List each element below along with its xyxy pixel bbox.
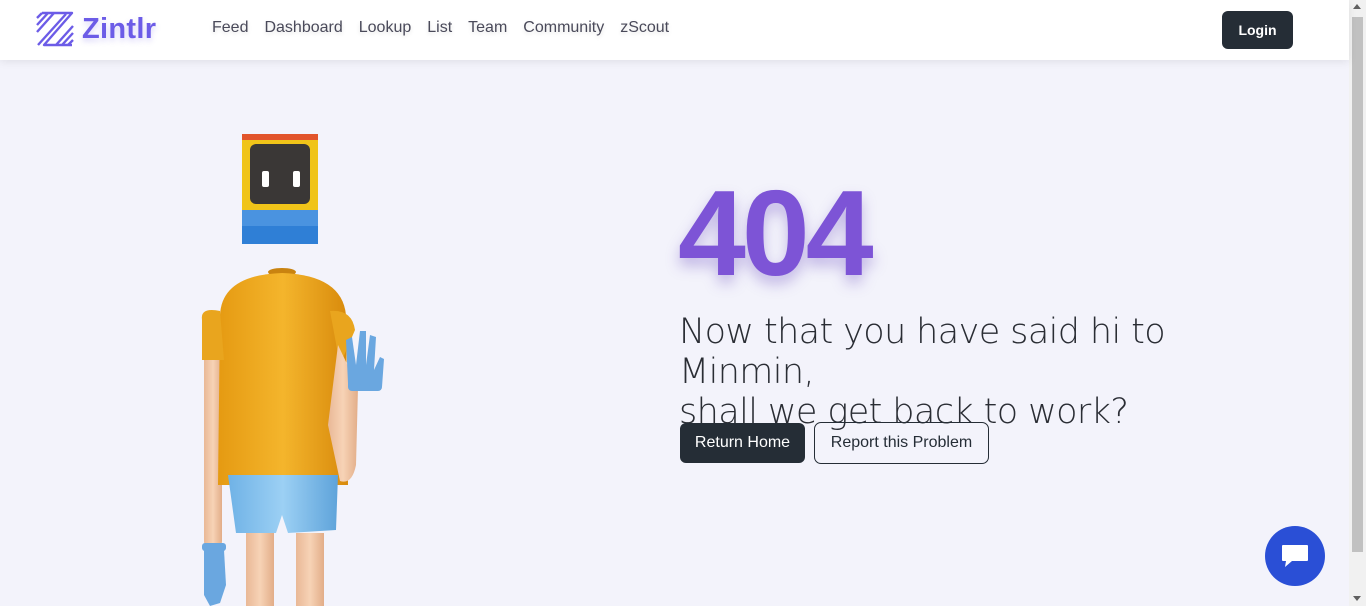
nav-item-feed[interactable]: Feed [204,19,256,37]
login-button[interactable]: Login [1222,11,1293,49]
brand-logo-link[interactable]: Zintlr [34,9,156,49]
top-navbar: Zintlr Feed Dashboard Lookup List Team C… [0,0,1349,60]
error-message: Now that you have said hi to Minmin, sha… [679,312,1299,432]
chat-widget-button[interactable] [1265,526,1325,586]
vertical-scrollbar[interactable] [1349,0,1366,606]
nav-item-team[interactable]: Team [460,19,515,37]
minmin-robot-illustration [201,134,384,606]
scroll-down-arrow-icon[interactable] [1353,596,1361,601]
error-code-404: 404 [678,165,874,301]
nav-item-lookup[interactable]: Lookup [351,19,420,37]
report-problem-button[interactable]: Report this Problem [814,422,989,464]
nav-item-dashboard[interactable]: Dashboard [256,19,350,37]
scrollbar-thumb[interactable] [1352,17,1363,552]
nav-item-community[interactable]: Community [515,19,612,37]
scroll-up-arrow-icon[interactable] [1353,4,1361,9]
zintlr-logo-icon [36,11,74,47]
nav-item-list[interactable]: List [419,19,460,37]
error-message-line-1: Now that you have said hi to Minmin, [679,312,1166,392]
brand-name: Zintlr [82,12,157,45]
chat-bubble-icon [1282,545,1308,567]
return-home-button[interactable]: Return Home [680,423,805,463]
main-nav: Feed Dashboard Lookup List Team Communit… [204,19,677,37]
nav-item-zscout[interactable]: zScout [612,19,677,37]
